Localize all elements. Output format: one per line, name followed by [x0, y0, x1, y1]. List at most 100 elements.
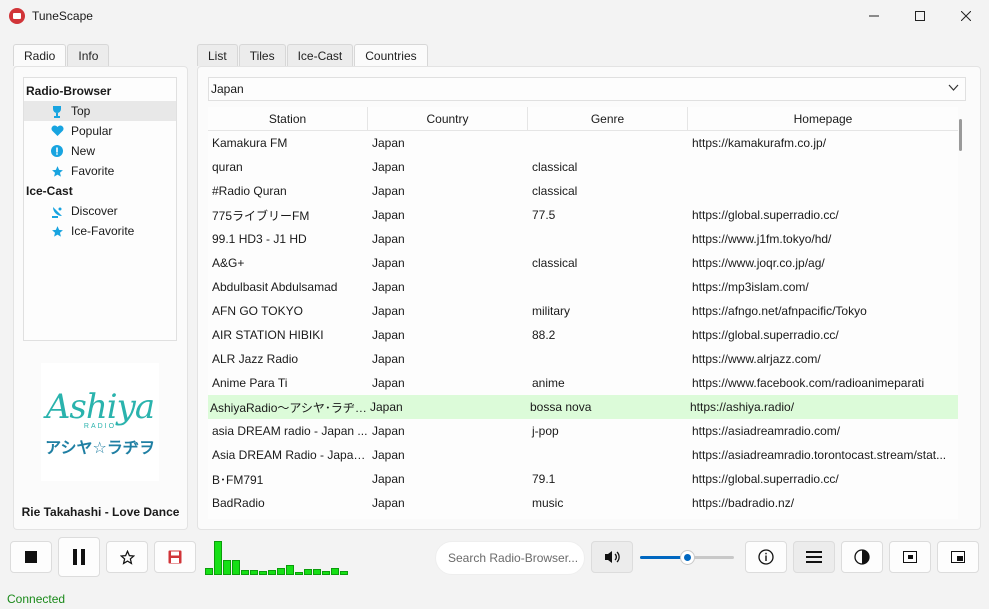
tree-group-ice-cast[interactable]: Ice-Cast: [24, 181, 176, 201]
favorite-button[interactable]: [106, 541, 148, 573]
cell-station: Kamakura FM: [212, 136, 288, 150]
tree-item-label: New: [71, 144, 96, 158]
menu-button[interactable]: [793, 541, 835, 573]
country-dropdown[interactable]: Japan: [208, 77, 966, 101]
table-row[interactable]: Kamakura FM Japan https://kamakurafm.co.jp…: [208, 131, 958, 155]
cell-genre: j-pop: [532, 424, 559, 438]
table-row[interactable]: asia DREAM radio - Japan ... Japan j-pop ht…: [208, 419, 958, 443]
tab-ice-cast[interactable]: Ice-Cast: [286, 44, 354, 66]
visualizer-bar: [241, 570, 249, 575]
tab-list[interactable]: List: [197, 44, 238, 66]
table-row[interactable]: Anime Para Ti Japan anime https://www.faceb…: [208, 371, 958, 395]
tree-group-radio-browser[interactable]: Radio-Browser: [24, 81, 176, 101]
info-button[interactable]: [745, 541, 787, 573]
cell-genre: bossa nova: [530, 400, 592, 414]
cell-station: A&G+: [212, 256, 245, 270]
cell-country: Japan: [372, 256, 405, 270]
mini-player-button[interactable]: [889, 541, 931, 573]
maximize-button[interactable]: [897, 0, 943, 32]
table-row[interactable]: BadRadio Japan music https://badradio.nz/: [208, 491, 958, 515]
theme-toggle-button[interactable]: [841, 541, 883, 573]
save-button[interactable]: [154, 541, 196, 573]
cell-genre: classical: [532, 160, 578, 174]
close-button[interactable]: [943, 0, 989, 32]
cell-homepage: https://kamakurafm.co.jp/: [692, 136, 827, 150]
cell-genre: classical: [532, 184, 578, 198]
status-text: Connected: [7, 592, 66, 606]
column-header-genre[interactable]: Genre: [528, 107, 688, 130]
cell-station: ALR Jazz Radio: [212, 352, 299, 366]
station-table: Station Country Genre Homepage Kamakura …: [208, 107, 958, 519]
cell-country: Japan: [370, 400, 403, 414]
cell-homepage: https://www.joqr.co.jp/ag/: [692, 256, 825, 270]
tree-item-popular[interactable]: Popular: [24, 121, 176, 141]
table-row[interactable]: 99.1 HD3 - J1 HD Japan https://www.j1fm.to…: [208, 227, 958, 251]
volume-slider[interactable]: [640, 550, 734, 565]
table-row[interactable]: 775ライブリーFM Japan 77.5 https://global.superr…: [208, 203, 958, 227]
cell-homepage: https://badradio.nz/: [692, 496, 795, 510]
cell-homepage: https://global.superradio.cc/: [692, 472, 839, 486]
cell-homepage: https://www.alrjazz.com/: [692, 352, 821, 366]
cell-country: Japan: [372, 448, 405, 462]
tree-item-discover[interactable]: Discover: [24, 201, 176, 221]
cell-station: quran: [212, 160, 243, 174]
cell-station: B･FM791: [212, 472, 264, 487]
visualizer-bar: [277, 568, 285, 575]
visualizer-bar: [223, 560, 231, 575]
tree-item-ice-favorite[interactable]: Ice-Favorite: [24, 221, 176, 241]
cell-station: AshiyaRadio～アシヤ･ラヂヲ～: [210, 400, 368, 415]
pause-button[interactable]: [58, 537, 100, 577]
volume-slider-knob[interactable]: [680, 550, 695, 565]
tab-tiles[interactable]: Tiles: [238, 44, 286, 66]
column-header-country[interactable]: Country: [368, 107, 528, 130]
cell-country: Japan: [372, 208, 405, 222]
column-header-station[interactable]: Station: [208, 107, 368, 130]
table-row[interactable]: #Radio Quran Japan classical: [208, 179, 958, 203]
cell-station: Abdulbasit Abdulsamad: [212, 280, 338, 294]
table-row[interactable]: AshiyaRadio～アシヤ･ラヂヲ～ Japan bossa nova https…: [208, 395, 958, 419]
heart-icon: [50, 124, 64, 138]
volume-button[interactable]: [591, 541, 633, 573]
cell-genre: military: [532, 304, 570, 318]
table-row[interactable]: A&G+ Japan classical https://www.joqr.co.jp…: [208, 251, 958, 275]
tree-item-top[interactable]: Top: [24, 101, 176, 121]
tab-radio[interactable]: Radio: [13, 44, 67, 66]
tree-item-label: Ice-Favorite: [71, 224, 135, 238]
table-row[interactable]: Abdulbasit Abdulsamad Japan https://mp3isl…: [208, 275, 958, 299]
visualizer-bar: [295, 572, 303, 575]
tab-info[interactable]: Info: [67, 44, 110, 66]
table-row[interactable]: Asia DREAM Radio - Japan... Japan https://…: [208, 443, 958, 467]
table-scrollbar[interactable]: [959, 119, 962, 151]
table-row[interactable]: AIR STATION HIBIKI Japan 88.2 https://globa…: [208, 323, 958, 347]
visualizer-bar: [250, 570, 258, 575]
picture-in-picture-icon: [951, 551, 965, 563]
table-row[interactable]: ALR Jazz Radio Japan https://www.alrjazz.c…: [208, 347, 958, 371]
tab-countries[interactable]: Countries: [354, 44, 428, 66]
star-outline-icon: [119, 549, 135, 565]
tree-item-new[interactable]: New: [24, 141, 176, 161]
station-logo: Ashiya RADIO アシヤ☆ラヂヲ: [41, 363, 159, 481]
tree-item-label: Discover: [71, 204, 118, 218]
minimize-button[interactable]: [851, 0, 897, 32]
cell-station: AFN GO TOKYO: [212, 304, 303, 318]
search-input[interactable]: Search Radio-Browser...: [435, 541, 585, 575]
cell-country: Japan: [372, 304, 405, 318]
visualizer-bar: [286, 565, 294, 575]
save-icon: [168, 550, 182, 564]
table-row[interactable]: AFN GO TOKYO Japan military https://afngo.n…: [208, 299, 958, 323]
cell-country: Japan: [372, 424, 405, 438]
star-icon: [50, 164, 64, 178]
stop-button[interactable]: [10, 541, 52, 573]
cell-homepage: https://mp3islam.com/: [692, 280, 809, 294]
right-panel: Japan Station Country Genre Homepage Kam…: [197, 66, 981, 530]
cell-homepage: https://asiadreamradio.com/: [692, 424, 841, 438]
tree-item-favorite[interactable]: Favorite: [24, 161, 176, 181]
table-row[interactable]: quran Japan classical: [208, 155, 958, 179]
picture-in-picture-button[interactable]: [937, 541, 979, 573]
tree-item-label: Top: [71, 104, 91, 118]
stop-icon: [25, 551, 37, 563]
window-title: TuneScape: [32, 9, 93, 23]
speaker-icon: [604, 550, 620, 564]
table-row[interactable]: B･FM791 Japan 79.1 https://global.superradi…: [208, 467, 958, 491]
column-header-homepage[interactable]: Homepage: [688, 107, 958, 130]
